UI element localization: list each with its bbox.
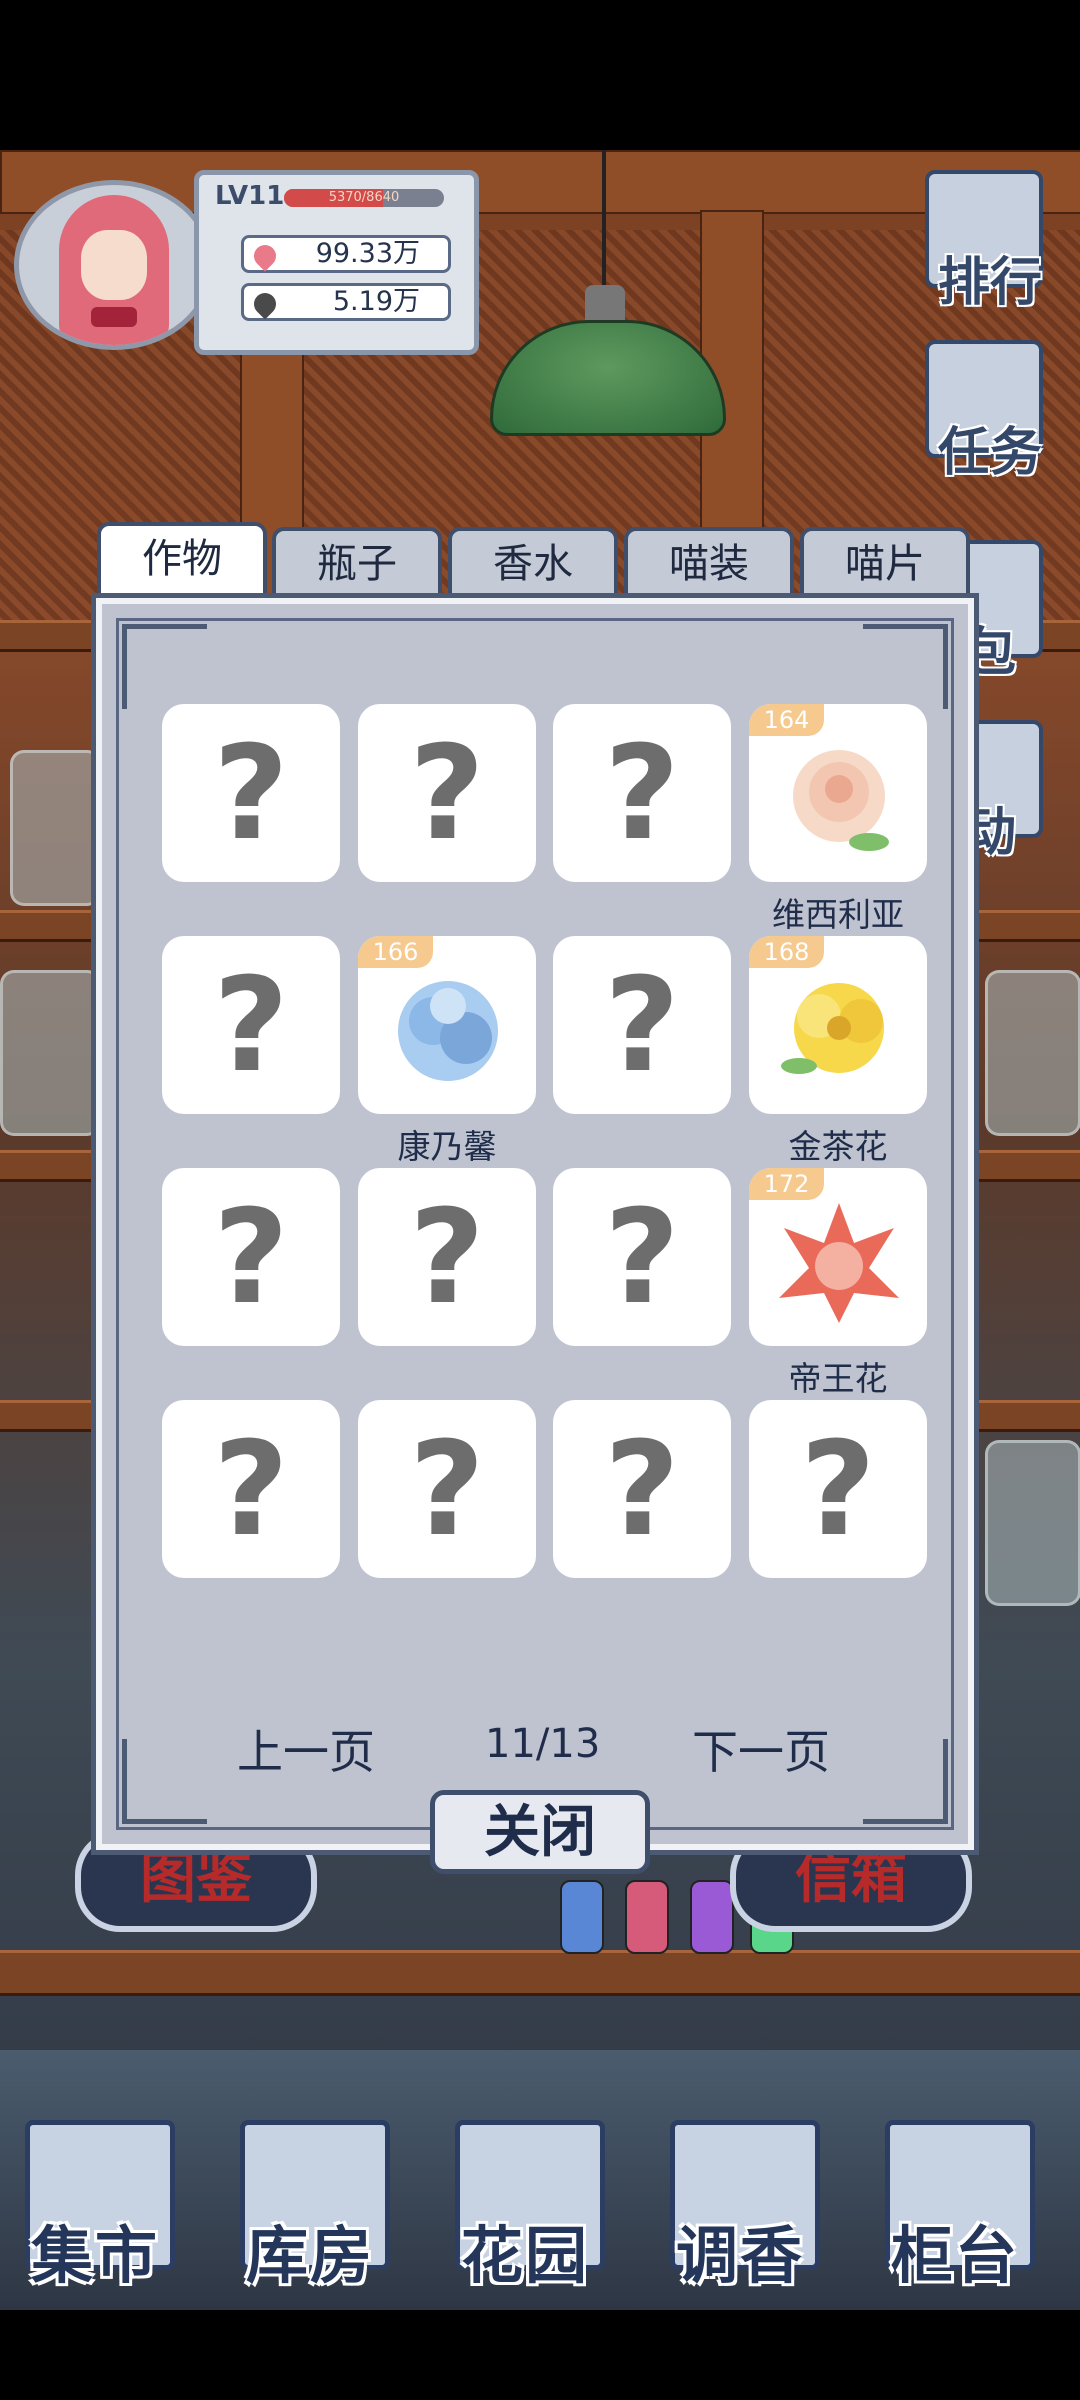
petal-icon <box>249 240 281 272</box>
nav-garden[interactable]: 花园 <box>440 2120 610 2292</box>
collection-slot-flower[interactable]: 166 <box>358 936 536 1114</box>
page-indicator: 11/13 <box>485 1721 601 1767</box>
xp-text: 5370/8640 <box>328 190 400 205</box>
collection-slot[interactable]: ? <box>749 1400 927 1578</box>
collection-slot[interactable]: ? <box>162 1168 340 1346</box>
collection-slot-flower[interactable]: 168 <box>749 936 927 1114</box>
collection-slot[interactable]: ? <box>358 1400 536 1578</box>
nav-warehouse[interactable]: 库房 <box>225 2120 395 2292</box>
unknown-question-icon: ? <box>409 1181 485 1333</box>
leaf-amount: 5.19万 <box>332 286 420 317</box>
tab-crops[interactable]: 作物 <box>97 522 267 600</box>
level-badge: 168 <box>749 936 824 968</box>
potion-bottle <box>690 1880 734 1954</box>
tab-bottles[interactable]: 瓶子 <box>272 527 442 599</box>
player-level: LV11 <box>215 181 285 211</box>
collection-slot[interactable]: ? <box>162 1400 340 1578</box>
tab-perfumes[interactable]: 香水 <box>448 527 618 599</box>
ranking-label: 排行 <box>937 253 1042 313</box>
player-profile[interactable]: LV11 5370/8640 99.33万 5.19万 <box>14 170 479 355</box>
protea-flower-icon <box>779 1203 899 1323</box>
avatar-face <box>81 230 147 300</box>
tab-cat-cards[interactable]: 喵片 <box>800 527 970 599</box>
flower-name: 康乃馨 <box>397 1127 497 1166</box>
flower-name: 维西利亚 <box>772 895 904 934</box>
tasks-button[interactable]: 任务 <box>915 340 1065 490</box>
collection-slot[interactable]: ? <box>553 1168 731 1346</box>
nav-market[interactable]: 集市 <box>10 2120 180 2292</box>
potion-bottle <box>625 1880 669 1954</box>
nav-garden-label: 花园 <box>460 2219 589 2292</box>
leaf-currency: 5.19万 <box>241 283 451 321</box>
rose-flower-icon <box>793 750 889 851</box>
unknown-question-icon: ? <box>213 717 289 869</box>
collection-slot[interactable]: ? <box>358 1168 536 1346</box>
collection-panel: ? ? ? 164 ? 166 ? 168 ? ? ? 172 ? ? ? ? … <box>91 593 979 1855</box>
collection-slot[interactable]: ? <box>162 936 340 1114</box>
nav-counter-label: 柜台 <box>890 2219 1019 2292</box>
unknown-question-icon: ? <box>213 1181 289 1333</box>
player-stats: LV11 5370/8640 99.33万 5.19万 <box>194 170 479 355</box>
collection-slot[interactable]: ? <box>553 1400 731 1578</box>
lamp-cord <box>602 150 606 300</box>
nav-warehouse-label: 库房 <box>245 2219 374 2292</box>
xp-bar: 5370/8640 <box>284 189 444 207</box>
jar <box>10 750 101 906</box>
collection-slot-flower[interactable]: 172 <box>749 1168 927 1346</box>
collection-slot-flower[interactable]: 164 <box>749 704 927 882</box>
collection-slot[interactable]: ? <box>553 704 731 882</box>
unknown-question-icon: ? <box>604 949 680 1101</box>
unknown-question-icon: ? <box>604 1181 680 1333</box>
petal-amount: 99.33万 <box>315 238 420 269</box>
nav-counter[interactable]: 柜台 <box>870 2120 1040 2292</box>
unknown-question-icon: ? <box>409 717 485 869</box>
petal-currency: 99.33万 <box>241 235 451 273</box>
level-badge: 166 <box>358 936 433 968</box>
avatar-bow <box>91 307 137 327</box>
player-avatar[interactable] <box>14 180 214 350</box>
close-button[interactable]: 关闭 <box>430 1790 650 1874</box>
tasks-label: 任务 <box>937 423 1042 483</box>
prev-page-button[interactable]: 上一页 <box>237 1716 375 1782</box>
unknown-question-icon: ? <box>800 1413 876 1565</box>
level-badge: 172 <box>749 1168 824 1200</box>
unknown-question-icon: ? <box>604 717 680 869</box>
frame-corner <box>863 624 948 709</box>
collection-slot[interactable]: ? <box>553 936 731 1114</box>
tab-cat-outfits[interactable]: 喵装 <box>624 527 794 599</box>
unknown-question-icon: ? <box>409 1413 485 1565</box>
flower-name: 金茶花 <box>788 1127 888 1166</box>
jar <box>985 970 1080 1136</box>
counter-shelf <box>0 1950 1080 1996</box>
nav-market-label: 集市 <box>30 2219 159 2292</box>
frame-corner <box>122 624 207 709</box>
jar <box>0 970 101 1136</box>
camellia-flower-icon <box>781 983 884 1074</box>
frame-corner <box>863 1739 948 1824</box>
unknown-question-icon: ? <box>213 949 289 1101</box>
carnation-flower-icon <box>398 981 498 1081</box>
nav-perfumery[interactable]: 调香 <box>655 2120 825 2292</box>
collection-slot[interactable]: ? <box>358 704 536 882</box>
level-badge: 164 <box>749 704 824 736</box>
unknown-question-icon: ? <box>604 1413 680 1565</box>
next-page-button[interactable]: 下一页 <box>692 1716 830 1782</box>
frame-corner <box>122 1739 207 1824</box>
nav-perfumery-label: 调香 <box>675 2219 804 2292</box>
ranking-button[interactable]: 排行 <box>915 170 1065 320</box>
collection-slot[interactable]: ? <box>162 704 340 882</box>
potion-bottle <box>560 1880 604 1954</box>
unknown-question-icon: ? <box>213 1413 289 1565</box>
leaf-icon <box>249 288 281 320</box>
jar <box>985 1440 1080 1606</box>
flower-name: 帝王花 <box>788 1359 888 1398</box>
